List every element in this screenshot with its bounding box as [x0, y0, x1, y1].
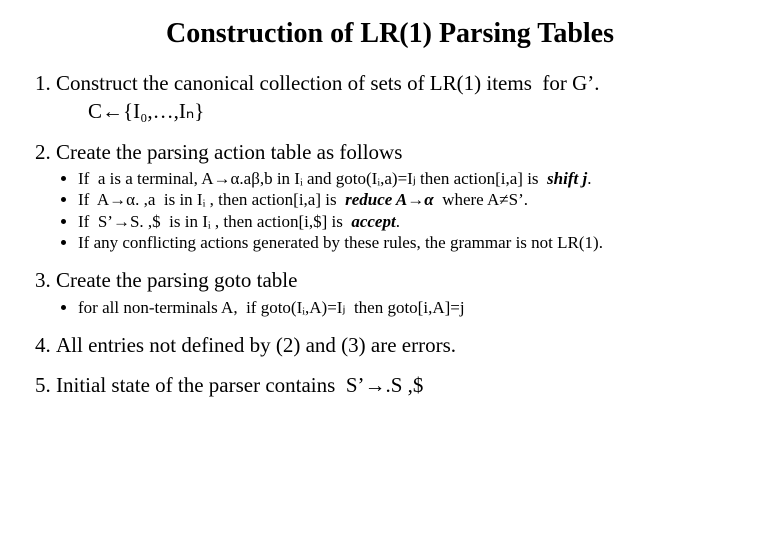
item-2-text: Create the parsing action table as follo… — [56, 140, 402, 164]
item-2-b1: If a is a terminal, A→α.aβ,b in Iᵢ and g… — [78, 169, 750, 189]
item-1: Construct the canonical collection of se… — [56, 70, 750, 125]
item-5: Initial state of the parser contains S’→… — [56, 372, 750, 398]
item-2-b3: If S’→S. ,$ is in Iᵢ , then action[i,$] … — [78, 212, 750, 232]
item-2-b4: If any conflicting actions generated by … — [78, 233, 750, 253]
item-1-text: Construct the canonical collection of se… — [56, 71, 600, 95]
item-3-text: Create the parsing goto table — [56, 268, 297, 292]
main-list: Construct the canonical collection of se… — [56, 70, 750, 398]
item-3-bullets: for all non-terminals A, if goto(Iᵢ,A)=I… — [78, 298, 750, 318]
slide: Construction of LR(1) Parsing Tables Con… — [0, 0, 780, 540]
item-2: Create the parsing action table as follo… — [56, 139, 750, 254]
item-2-b2: If A→α. ,a is in Iᵢ , then action[i,a] i… — [78, 190, 750, 210]
item-4: All entries not defined by (2) and (3) a… — [56, 332, 750, 358]
page-title: Construction of LR(1) Parsing Tables — [30, 18, 750, 50]
item-5-text: Initial state of the parser contains S’→… — [56, 373, 423, 397]
item-2-bullets: If a is a terminal, A→α.aβ,b in Iᵢ and g… — [78, 169, 750, 254]
item-3: Create the parsing goto table for all no… — [56, 267, 750, 318]
item-3-b1: for all non-terminals A, if goto(Iᵢ,A)=I… — [78, 298, 750, 318]
item-4-text: All entries not defined by (2) and (3) a… — [56, 333, 456, 357]
item-1-sub: C←{I₀,…,Iₙ} — [88, 98, 750, 124]
